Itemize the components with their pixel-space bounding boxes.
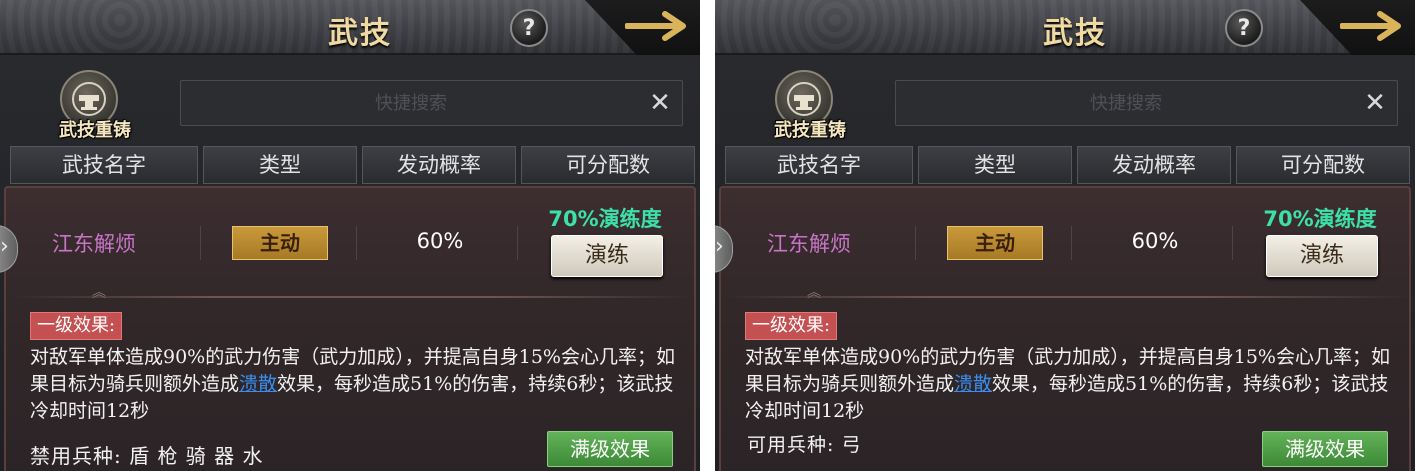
effect-description: 对敌军单体造成90%的武力伤害（武力加成），并提高自身15%会心几率；如果目标为… xyxy=(745,344,1390,425)
card-divider xyxy=(725,296,1409,298)
effect-level-tag: 一级效果: xyxy=(30,312,123,340)
page-title: 武技 xyxy=(1043,16,1107,51)
skill-type-badge: 主动 xyxy=(947,226,1043,260)
max-effect-button[interactable]: 满级效果 xyxy=(547,431,673,467)
trigger-rate: 60% xyxy=(416,229,464,253)
reforge-label: 武技重铸 xyxy=(59,120,131,141)
chevron-up-icon[interactable]: ︽ xyxy=(92,282,106,302)
back-arrow-icon[interactable] xyxy=(625,6,695,46)
skill-name: 江东解烦 xyxy=(52,232,136,256)
column-header-name[interactable]: 武技名字 xyxy=(10,146,198,184)
column-header-rate[interactable]: 发动概率 xyxy=(1077,146,1231,184)
max-effect-button[interactable]: 满级效果 xyxy=(1262,431,1388,467)
close-icon[interactable]: ✕ xyxy=(1361,89,1389,117)
column-header-type[interactable]: 类型 xyxy=(918,146,1072,184)
divider xyxy=(1071,226,1072,260)
search-input[interactable] xyxy=(181,81,641,125)
column-header-name[interactable]: 武技名字 xyxy=(725,146,913,184)
banned-units: 禁用兵种: 盾 枪 骑 器 水 xyxy=(30,444,264,468)
search-box: ✕ xyxy=(180,80,683,126)
reforge-label: 武技重铸 xyxy=(774,120,846,141)
divider xyxy=(200,226,201,260)
reforge-button[interactable]: 武技重铸 xyxy=(765,70,850,141)
page-title: 武技 xyxy=(328,16,392,51)
close-icon[interactable]: ✕ xyxy=(646,89,674,117)
skills-panel-left: 武技 ? 武技重铸 ✕ 武技名字 类型 发动概率 可分配数 江东解烦 主动 60… xyxy=(0,0,700,471)
help-button[interactable]: ? xyxy=(1225,9,1263,47)
drill-button[interactable]: 演练 xyxy=(551,235,663,277)
skills-panel-right: 武技 ? 武技重铸 ✕ 武技名字 类型 发动概率 可分配数 江东解烦 主动 60… xyxy=(715,0,1415,471)
effect-level-tag: 一级效果: xyxy=(745,312,838,340)
effect-description: 对敌军单体造成90%的武力伤害（武力加成），并提高自身15%会心几率；如果目标为… xyxy=(30,344,675,425)
help-button[interactable]: ? xyxy=(510,9,548,47)
column-header-rate[interactable]: 发动概率 xyxy=(362,146,516,184)
drill-button[interactable]: 演练 xyxy=(1266,235,1378,277)
drill-progress: 70%演练度 xyxy=(1263,207,1377,231)
reforge-button[interactable]: 武技重铸 xyxy=(50,70,135,141)
skill-type-badge: 主动 xyxy=(232,226,328,260)
column-header-assignable[interactable]: 可分配数 xyxy=(521,146,695,184)
divider xyxy=(517,226,518,260)
chevron-up-icon[interactable]: ︽ xyxy=(807,282,821,302)
column-header-assignable[interactable]: 可分配数 xyxy=(1236,146,1410,184)
divider xyxy=(356,226,357,260)
trigger-rate: 60% xyxy=(1131,229,1179,253)
divider xyxy=(1232,226,1233,260)
column-header-type[interactable]: 类型 xyxy=(203,146,357,184)
rout-effect-link[interactable]: 溃散 xyxy=(239,373,277,395)
search-input[interactable] xyxy=(896,81,1356,125)
rout-effect-link[interactable]: 溃散 xyxy=(954,373,992,395)
divider xyxy=(915,226,916,260)
card-divider xyxy=(10,296,694,298)
back-arrow-icon[interactable] xyxy=(1340,6,1410,46)
drill-progress: 70%演练度 xyxy=(548,207,662,231)
search-box: ✕ xyxy=(895,80,1398,126)
allowed-units: 可用兵种: 弓 xyxy=(747,434,862,456)
skill-name: 江东解烦 xyxy=(767,232,851,256)
